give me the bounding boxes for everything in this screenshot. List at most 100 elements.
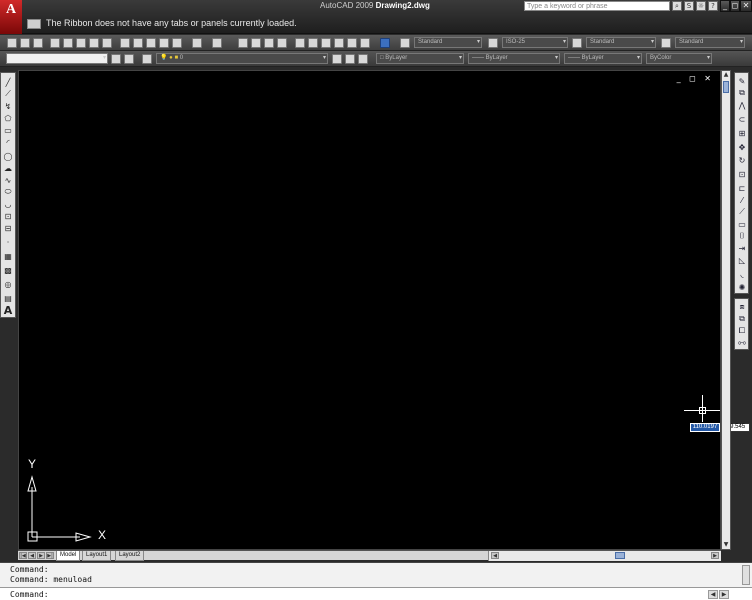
open-icon[interactable] bbox=[20, 38, 30, 48]
send-under-icon[interactable]: ⧟ bbox=[737, 338, 747, 348]
revision-cloud-icon[interactable]: ☁ bbox=[3, 163, 13, 173]
command-input[interactable]: Command: bbox=[0, 588, 752, 600]
command-scroll-right-icon[interactable]: ▶ bbox=[719, 590, 729, 599]
command-scroll-left-icon[interactable]: ◀ bbox=[708, 590, 718, 599]
command-history-scrollbar[interactable] bbox=[742, 565, 750, 585]
horizontal-scrollbar[interactable]: ◀ ▶ bbox=[488, 551, 721, 561]
make-block-icon[interactable]: ⊟ bbox=[3, 223, 13, 233]
first-tab-icon[interactable]: |◀ bbox=[19, 552, 27, 559]
layer-states-icon[interactable] bbox=[358, 54, 368, 64]
explode-icon[interactable]: ✺ bbox=[737, 282, 747, 292]
color-control[interactable]: □ ByLayer ▾ bbox=[376, 53, 464, 64]
help-icon[interactable]: ? bbox=[708, 1, 718, 11]
offset-icon[interactable]: ⊂ bbox=[737, 114, 747, 124]
markup-icon[interactable] bbox=[347, 38, 357, 48]
point-icon[interactable]: · bbox=[3, 237, 13, 247]
minimize-button[interactable]: _ bbox=[720, 0, 730, 12]
zoom-realtime-icon[interactable] bbox=[251, 38, 261, 48]
line-icon[interactable]: ╱ bbox=[3, 77, 13, 87]
spline-icon[interactable]: ∿ bbox=[3, 175, 13, 185]
break-at-point-icon[interactable]: ▭ bbox=[737, 219, 747, 229]
help-icon[interactable] bbox=[380, 38, 390, 48]
layer-previous-icon[interactable] bbox=[345, 54, 355, 64]
mirror-icon[interactable]: ⋀ bbox=[737, 100, 747, 110]
make-object-layer-current-icon[interactable] bbox=[332, 54, 342, 64]
circle-icon[interactable]: ◯ bbox=[3, 151, 13, 161]
plot-style-control[interactable]: ByColor ▾ bbox=[646, 53, 712, 64]
tool-palettes-icon[interactable] bbox=[321, 38, 331, 48]
extend-icon[interactable]: ⟋ bbox=[737, 207, 747, 217]
table-style-select[interactable]: Standard ▾ bbox=[586, 37, 656, 48]
next-tab-icon[interactable]: ▶ bbox=[37, 552, 45, 559]
subscription-center-icon[interactable]: S bbox=[684, 1, 694, 11]
scale-icon[interactable]: ⊡ bbox=[737, 169, 747, 179]
vertical-scroll-thumb[interactable] bbox=[723, 81, 729, 93]
copy-icon[interactable] bbox=[133, 38, 143, 48]
text-style-select[interactable]: Standard ▾ bbox=[414, 37, 482, 48]
rectangle-icon[interactable]: ▭ bbox=[3, 125, 13, 135]
stretch-icon[interactable]: ⊏ bbox=[737, 183, 747, 193]
copy-object-icon[interactable]: ⧉ bbox=[737, 88, 747, 98]
scroll-left-icon[interactable]: ◀ bbox=[491, 552, 499, 559]
tab-layout1[interactable]: Layout1 bbox=[82, 551, 112, 561]
rotate-icon[interactable]: ↻ bbox=[737, 155, 747, 165]
dynamic-input-x[interactable]: 110.0197 bbox=[690, 423, 720, 432]
quickcalc-icon[interactable] bbox=[360, 38, 370, 48]
sheet-set-icon[interactable] bbox=[102, 38, 112, 48]
horizontal-scroll-thumb[interactable] bbox=[615, 552, 625, 559]
tab-model[interactable]: Model bbox=[56, 551, 81, 561]
new-icon[interactable] bbox=[7, 38, 17, 48]
autocad-logo-button[interactable]: A bbox=[0, 0, 22, 34]
design-center-icon[interactable] bbox=[308, 38, 318, 48]
polygon-icon[interactable]: ⬠ bbox=[3, 113, 13, 123]
maximize-button[interactable]: ◻ bbox=[730, 0, 740, 12]
gradient-icon[interactable]: ▩ bbox=[3, 265, 13, 275]
bring-above-icon[interactable]: ⧠ bbox=[737, 326, 747, 336]
linetype-control[interactable]: —— ByLayer ▾ bbox=[468, 53, 560, 64]
scroll-down-icon[interactable]: ▼ bbox=[722, 541, 730, 549]
previous-tab-icon[interactable]: ◀ bbox=[28, 552, 36, 559]
communication-center-icon[interactable]: ☼ bbox=[696, 1, 706, 11]
customize-icon[interactable] bbox=[124, 54, 134, 64]
construction-line-icon[interactable]: ⟋ bbox=[3, 89, 13, 99]
search-input[interactable]: Type a keyword or phrase bbox=[524, 1, 670, 11]
paste-icon[interactable] bbox=[146, 38, 156, 48]
redo-icon[interactable] bbox=[212, 38, 222, 48]
text-style-icon[interactable] bbox=[400, 38, 410, 48]
close-button[interactable]: ✕ bbox=[740, 0, 752, 12]
dimension-style-select[interactable]: ISO-25 ▾ bbox=[502, 37, 568, 48]
erase-icon[interactable]: ✎ bbox=[737, 76, 747, 86]
insert-block-icon[interactable]: ⊡ bbox=[3, 211, 13, 221]
join-icon[interactable]: ⇥ bbox=[737, 243, 747, 253]
arc-icon[interactable]: ◜ bbox=[3, 137, 13, 147]
dimension-style-icon[interactable] bbox=[488, 38, 498, 48]
table-style-icon[interactable] bbox=[572, 38, 582, 48]
workspace-select[interactable]: ▾ bbox=[6, 53, 108, 64]
cut-icon[interactable] bbox=[120, 38, 130, 48]
search-icon[interactable]: ⌕ bbox=[672, 1, 682, 11]
scroll-right-icon[interactable]: ▶ bbox=[711, 552, 719, 559]
properties-icon[interactable] bbox=[295, 38, 305, 48]
sheet-set-manager-icon[interactable] bbox=[334, 38, 344, 48]
ellipse-arc-icon[interactable]: ◡ bbox=[3, 199, 13, 209]
block-editor-icon[interactable] bbox=[172, 38, 182, 48]
fillet-icon[interactable]: ◟ bbox=[737, 269, 747, 279]
zoom-previous-icon[interactable] bbox=[277, 38, 287, 48]
send-to-back-icon[interactable]: ⧉ bbox=[737, 314, 747, 324]
save-icon[interactable] bbox=[33, 38, 43, 48]
last-tab-icon[interactable]: ▶| bbox=[46, 552, 54, 559]
zoom-window-icon[interactable] bbox=[264, 38, 274, 48]
lineweight-control[interactable]: —— ByLayer ▾ bbox=[564, 53, 642, 64]
scroll-up-icon[interactable]: ▲ bbox=[722, 71, 730, 79]
region-icon[interactable]: ◎ bbox=[3, 279, 13, 289]
plot-icon[interactable] bbox=[50, 38, 60, 48]
table-icon[interactable]: ▤ bbox=[3, 293, 13, 303]
plot-preview-icon[interactable] bbox=[63, 38, 73, 48]
chamfer-icon[interactable]: ◺ bbox=[737, 255, 747, 265]
ellipse-icon[interactable]: ⬭ bbox=[3, 187, 13, 197]
viewport-controls[interactable]: _ ◻ ✕ bbox=[677, 74, 714, 83]
publish-icon[interactable] bbox=[76, 38, 86, 48]
3d-dwf-icon[interactable] bbox=[89, 38, 99, 48]
hatch-icon[interactable]: ▦ bbox=[3, 251, 13, 261]
multiline-text-icon[interactable]: A bbox=[3, 304, 13, 317]
